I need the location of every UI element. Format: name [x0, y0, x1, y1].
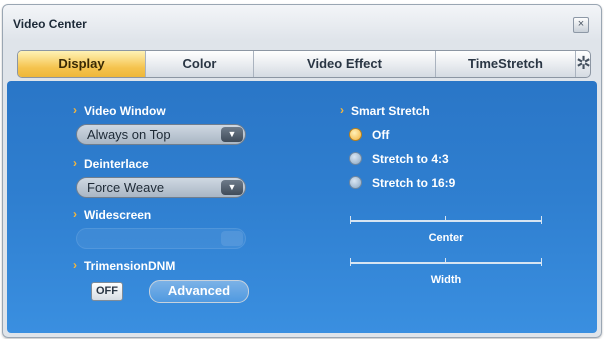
window-title: Video Center: [13, 17, 87, 31]
video-center-window: Video Center × Display Color Video Effec…: [2, 4, 602, 338]
slider-tick: [350, 216, 351, 224]
advanced-button[interactable]: Advanced: [149, 280, 249, 303]
radio-stretch-4-3[interactable]: Stretch to 4:3: [349, 152, 449, 166]
close-button[interactable]: ×: [573, 17, 589, 33]
radio-stretch-16-9[interactable]: Stretch to 16:9: [349, 176, 455, 190]
radio-unchecked-icon[interactable]: [349, 176, 362, 190]
center-slider-label: Center: [428, 232, 464, 244]
video-window-label: › Video Window: [73, 103, 166, 118]
smart-stretch-label: › Smart Stretch: [340, 103, 430, 118]
trimension-label: › TrimensionDNM: [73, 258, 176, 273]
slider-tick: [350, 258, 351, 266]
slider-tick: [445, 258, 446, 263]
deinterlace-select[interactable]: Force Weave ▼: [76, 177, 246, 198]
display-panel: › Video Window Always on Top ▼ › Deinterla…: [7, 81, 597, 333]
radio-off[interactable]: Off: [349, 128, 389, 142]
chevron-right-icon: ›: [73, 156, 77, 170]
width-slider-label: Width: [430, 274, 462, 286]
tab-color[interactable]: Color: [146, 51, 254, 77]
widescreen-label: › Widescreen: [73, 207, 152, 222]
trimension-toggle-button[interactable]: OFF: [91, 282, 123, 301]
tab-display[interactable]: Display: [18, 51, 146, 77]
center-slider-track[interactable]: [350, 220, 542, 222]
width-slider-track[interactable]: [350, 262, 542, 264]
chevron-down-icon[interactable]: ▼: [221, 180, 243, 195]
tab-timestretch[interactable]: TimeStretch: [436, 51, 576, 77]
deinterlace-value: Force Weave: [87, 180, 165, 195]
chevron-down-icon[interactable]: ▼: [221, 127, 243, 142]
slider-tick: [541, 216, 542, 224]
tab-bar: Display Color Video Effect TimeStretch ✲: [17, 50, 591, 78]
slider-tick: [445, 216, 446, 221]
radio-unchecked-icon[interactable]: [349, 152, 362, 166]
video-window-value: Always on Top: [87, 127, 171, 142]
widescreen-select[interactable]: [76, 228, 246, 249]
deinterlace-label: › Deinterlace: [73, 156, 149, 171]
radio-checked-icon[interactable]: [349, 128, 362, 142]
chevron-down-icon: [221, 231, 243, 246]
tab-video-effect[interactable]: Video Effect: [254, 51, 436, 77]
chevron-right-icon: ›: [73, 207, 77, 221]
gear-icon: ✲: [576, 53, 591, 73]
video-window-select[interactable]: Always on Top ▼: [76, 124, 246, 145]
chevron-right-icon: ›: [73, 258, 77, 272]
close-icon: ×: [577, 18, 585, 30]
settings-button[interactable]: ✲: [576, 51, 590, 77]
chevron-right-icon: ›: [340, 103, 344, 117]
slider-tick: [541, 258, 542, 266]
chevron-right-icon: ›: [73, 103, 77, 117]
